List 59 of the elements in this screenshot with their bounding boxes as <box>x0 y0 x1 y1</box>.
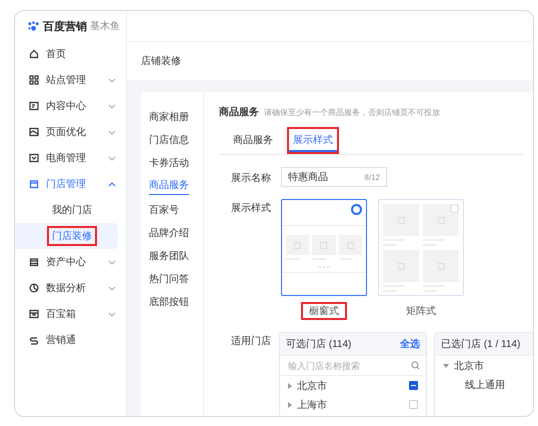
nav-icon <box>29 153 39 163</box>
field-label: 适用门店 <box>230 334 271 348</box>
tab[interactable]: 商品服务 <box>227 127 279 154</box>
nav-item[interactable]: 首页 <box>15 41 126 67</box>
submenu-item[interactable]: 热门问答 <box>149 268 189 291</box>
nav-icon <box>29 179 39 189</box>
nav-icon <box>29 335 39 345</box>
section-title: 商品服务 <box>219 105 259 119</box>
panel-title: 可选门店 (114) <box>286 338 352 351</box>
nav-icon <box>29 309 39 319</box>
panel-title: 已选门店 (1 / 114) <box>441 338 520 351</box>
submenu-item[interactable]: 底部按钮 <box>149 291 189 314</box>
product-name: 基木鱼 <box>90 20 120 33</box>
nav-item[interactable]: 数据分析 <box>15 275 126 301</box>
expand-icon[interactable] <box>443 362 449 368</box>
submenu-item[interactable]: 卡券活动 <box>149 152 189 175</box>
city-item[interactable]: 北京市 <box>297 378 404 392</box>
field-label: 展示样式 <box>230 202 271 215</box>
submenu-item[interactable]: 商品服务 <box>149 178 189 195</box>
nav-subitem[interactable]: 门店装修 <box>47 226 97 246</box>
nav-icon <box>29 49 39 59</box>
nav-icon <box>29 127 39 137</box>
nav-item[interactable]: 门店管理 <box>15 171 126 197</box>
nav-item[interactable]: 页面优化 <box>15 119 126 145</box>
field-label: 展示名称 <box>230 172 271 185</box>
city-item[interactable]: 北京市 <box>454 358 533 372</box>
checkbox[interactable] <box>409 381 418 390</box>
nav-item[interactable]: 营销通 <box>15 327 126 353</box>
section-hint: 请确保至少有一个商品服务，否则店铺页不可投放 <box>264 107 440 118</box>
nav-icon <box>29 257 39 267</box>
nav-subitem[interactable]: 我的门店 <box>47 200 97 220</box>
nav-item[interactable]: 百宝箱 <box>15 301 126 327</box>
page-title: 店铺装修 <box>141 54 181 68</box>
search-icon <box>411 361 420 370</box>
submenu-item[interactable]: 百家号 <box>149 199 179 222</box>
nav-item[interactable]: 站点管理 <box>15 67 126 93</box>
expand-icon[interactable] <box>288 402 292 408</box>
style-option-label: 橱窗式 <box>301 302 347 320</box>
nav-icon <box>29 75 39 85</box>
submenu-item[interactable]: 品牌介绍 <box>149 222 189 245</box>
nav-item[interactable]: 内容中心 <box>15 93 126 119</box>
nav-item[interactable]: 资产中心 <box>15 249 126 275</box>
brand-name: 百度营销 <box>43 20 87 34</box>
tab[interactable]: 展示样式 <box>287 127 339 154</box>
style-option-card[interactable] <box>281 199 367 296</box>
name-field[interactable]: 特惠商品 8/12 <box>281 167 387 187</box>
submenu-item[interactable]: 服务团队 <box>149 245 189 268</box>
nav-item[interactable]: 电商管理 <box>15 145 126 171</box>
city-item[interactable]: 上海市 <box>297 398 404 412</box>
store-search-field[interactable]: 输入门店名称搜索 <box>288 360 406 370</box>
submenu-item[interactable]: 商家相册 <box>149 106 189 129</box>
select-all-link[interactable]: 全选 <box>400 337 420 351</box>
store-item[interactable]: 线上通用 <box>465 378 533 392</box>
nav-icon <box>29 283 39 293</box>
submenu-item[interactable]: 门店信息 <box>149 129 189 152</box>
style-option-label: 矩阵式 <box>405 304 437 319</box>
logo-icon <box>27 20 40 32</box>
nav-icon <box>29 101 39 111</box>
expand-icon[interactable] <box>288 382 292 388</box>
